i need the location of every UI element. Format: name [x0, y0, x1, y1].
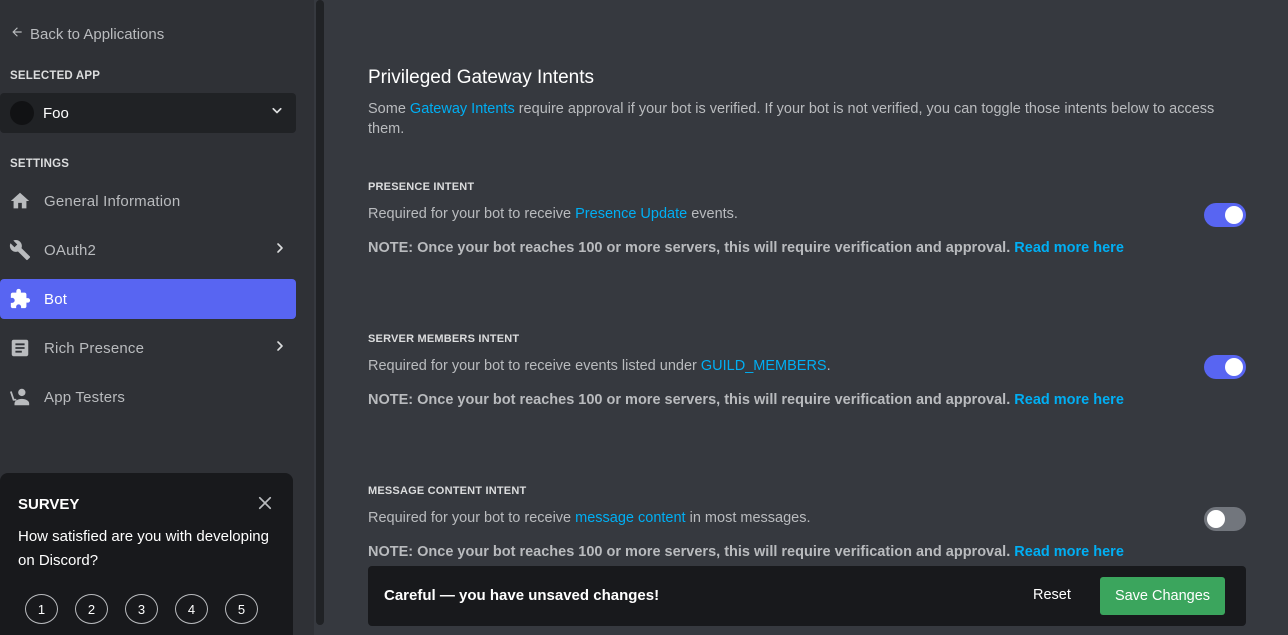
toggle-knob	[1225, 206, 1243, 224]
document-icon	[8, 336, 32, 360]
page-section-title: Privileged Gateway Intents	[368, 67, 595, 88]
toggle-knob	[1225, 358, 1243, 376]
sidebar-item-label: Bot	[44, 290, 68, 308]
settings-heading: SETTINGS	[10, 158, 70, 170]
unsaved-changes-bar: Careful — you have unsaved changes! Rese…	[368, 566, 1246, 626]
sidebar-item-label: General Information	[44, 192, 181, 210]
read-more-link[interactable]: Read more here	[1014, 392, 1124, 408]
arrow-left-icon	[10, 25, 24, 43]
presence-intent-note: NOTE: Once your bot reaches 100 or more …	[368, 240, 1124, 256]
desc-text: Required for your bot to receive	[368, 206, 576, 222]
app-avatar	[10, 101, 34, 125]
note-text: NOTE: Once your bot reaches 100 or more …	[368, 544, 1011, 560]
server-members-intent-description: Required for your bot to receive events …	[368, 358, 831, 374]
chevron-right-icon	[272, 338, 288, 359]
presence-intent-toggle[interactable]	[1204, 203, 1246, 227]
sidebar-scrollbar[interactable]	[316, 0, 324, 625]
sidebar-item-rich-presence[interactable]: Rich Presence	[0, 328, 296, 368]
sidebar: Back to Applications SELECTED APP Foo SE…	[0, 0, 314, 635]
server-members-intent-label: SERVER MEMBERS INTENT	[368, 333, 520, 345]
rating-button-5[interactable]: 5	[225, 594, 258, 624]
presence-intent-description: Required for your bot to receive Presenc…	[368, 206, 738, 222]
unsaved-message: Careful — you have unsaved changes!	[384, 587, 660, 604]
toggle-knob	[1207, 510, 1225, 528]
message-content-intent-label: MESSAGE CONTENT INTENT	[368, 485, 527, 497]
sidebar-item-bot[interactable]: Bot	[0, 279, 296, 319]
close-icon[interactable]	[256, 494, 274, 512]
desc-text: Required for your bot to receive	[368, 510, 576, 526]
desc-text: Required for your bot to receive events …	[368, 358, 701, 374]
home-icon	[8, 189, 32, 213]
user-icon	[8, 385, 32, 409]
sidebar-item-label: Rich Presence	[44, 339, 145, 357]
wrench-icon	[8, 238, 32, 262]
sidebar-item-app-testers[interactable]: App Testers	[0, 377, 296, 417]
save-changes-button[interactable]: Save Changes	[1100, 577, 1225, 615]
sidebar-item-label: OAuth2	[44, 241, 97, 259]
message-content-intent-note: NOTE: Once your bot reaches 100 or more …	[368, 544, 1124, 560]
sidebar-item-oauth2[interactable]: OAuth2	[0, 230, 296, 270]
survey-card: SURVEY How satisfied are you with develo…	[0, 473, 293, 635]
sidebar-item-label: App Testers	[44, 388, 126, 406]
section-description: Some Gateway Intents require approval if…	[368, 99, 1248, 139]
puzzle-icon	[8, 287, 32, 311]
rating-button-1[interactable]: 1	[25, 594, 58, 624]
survey-question: How satisfied are you with developing on…	[18, 528, 269, 569]
server-members-intent-note: NOTE: Once your bot reaches 100 or more …	[368, 392, 1124, 408]
chevron-down-icon	[268, 102, 286, 125]
presence-update-link[interactable]: Presence Update	[575, 206, 687, 222]
survey-title: SURVEY	[18, 496, 80, 513]
server-members-intent-toggle[interactable]	[1204, 355, 1246, 379]
back-label: Back to Applications	[30, 25, 165, 43]
chevron-right-icon	[272, 240, 288, 261]
rating-button-4[interactable]: 4	[175, 594, 208, 624]
message-content-intent-toggle[interactable]	[1204, 507, 1246, 531]
desc-text: events.	[687, 206, 738, 222]
note-text: NOTE: Once your bot reaches 100 or more …	[368, 240, 1011, 256]
app-name: Foo	[43, 104, 69, 122]
guild-members-link[interactable]: GUILD_MEMBERS	[701, 358, 827, 374]
message-content-intent-description: Required for your bot to receive message…	[368, 510, 811, 526]
desc-text: in most messages.	[685, 510, 811, 526]
message-content-link[interactable]: message content	[575, 510, 685, 526]
rating-button-2[interactable]: 2	[75, 594, 108, 624]
desc-text: Some	[368, 101, 410, 117]
read-more-link[interactable]: Read more here	[1014, 240, 1124, 256]
gateway-intents-link[interactable]: Gateway Intents	[410, 101, 515, 117]
presence-intent-label: PRESENCE INTENT	[368, 181, 475, 193]
sidebar-item-general-information[interactable]: General Information	[0, 181, 296, 221]
reset-button[interactable]: Reset	[1033, 587, 1071, 603]
app-selector[interactable]: Foo	[0, 93, 296, 133]
read-more-link[interactable]: Read more here	[1014, 544, 1124, 560]
rating-button-3[interactable]: 3	[125, 594, 158, 624]
note-text: NOTE: Once your bot reaches 100 or more …	[368, 392, 1011, 408]
desc-text: .	[826, 358, 831, 374]
survey-ratings: 1 2 3 4 5	[25, 594, 258, 624]
back-to-applications-link[interactable]: Back to Applications	[10, 25, 164, 43]
selected-app-heading: SELECTED APP	[10, 70, 101, 82]
